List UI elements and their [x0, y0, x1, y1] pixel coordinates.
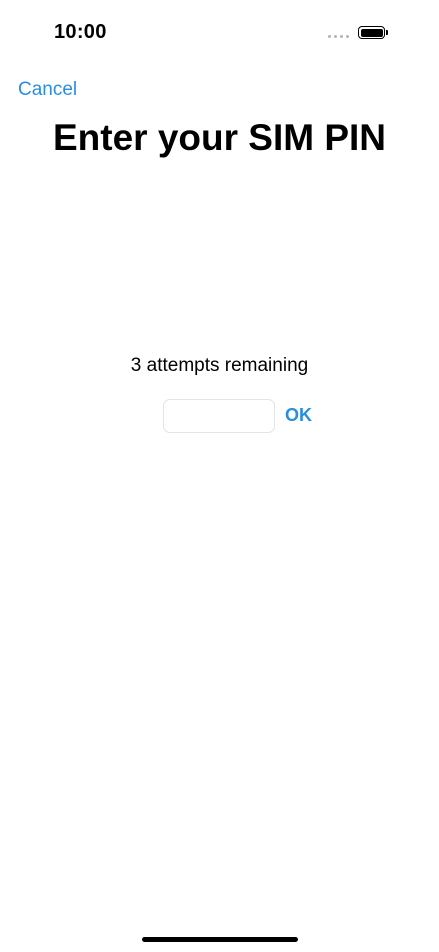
status-time: 10:00	[54, 21, 107, 43]
battery-cap	[386, 30, 388, 35]
battery-level-fill	[360, 28, 383, 37]
home-indicator[interactable]	[142, 937, 298, 942]
attempts-remaining-label: 3 attempts remaining	[130, 355, 309, 376]
battery-icon	[358, 26, 385, 39]
cancel-button[interactable]: Cancel	[18, 79, 77, 101]
ok-button[interactable]: OK	[285, 405, 312, 426]
page-title: Enter your SIM PIN	[52, 117, 387, 158]
cellular-dots-icon	[328, 35, 349, 38]
status-bar: 10:00	[0, 0, 439, 60]
sim-pin-input[interactable]	[163, 399, 275, 433]
